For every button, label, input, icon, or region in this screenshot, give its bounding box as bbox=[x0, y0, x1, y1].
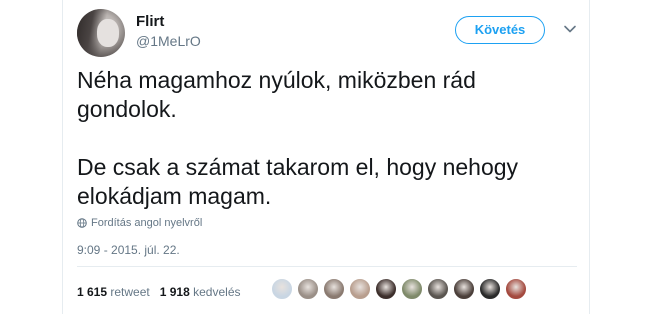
liker-avatars bbox=[271, 278, 527, 304]
retweet-stat[interactable]: 1 615 retweet bbox=[77, 285, 150, 299]
retweet-count: 1 615 bbox=[77, 285, 108, 299]
liker-avatar[interactable] bbox=[453, 278, 475, 300]
liker-avatar[interactable] bbox=[297, 278, 319, 300]
chevron-down-icon[interactable] bbox=[563, 22, 577, 36]
divider bbox=[77, 266, 577, 267]
tweet-text: Néha magamhoz nyúlok, miközben rád gondo… bbox=[77, 66, 577, 211]
tweet-stats: 1 615 retweet 1 918 kedvelés bbox=[77, 285, 241, 299]
follow-button[interactable]: Követés bbox=[455, 16, 545, 44]
tweet-card: Flirt @1MeLrO Követés Néha magamhoz nyúl… bbox=[62, 0, 590, 314]
display-name[interactable]: Flirt bbox=[136, 13, 164, 30]
avatar[interactable] bbox=[77, 9, 125, 57]
translate-label: Fordítás angol nyelvről bbox=[91, 217, 203, 229]
liker-avatar[interactable] bbox=[505, 278, 527, 300]
translate-link[interactable]: Fordítás angol nyelvről bbox=[77, 217, 202, 229]
liker-avatar[interactable] bbox=[349, 278, 371, 300]
liker-avatar[interactable] bbox=[401, 278, 423, 300]
liker-avatar[interactable] bbox=[375, 278, 397, 300]
tweet-paragraph: Néha magamhoz nyúlok, miközben rád gondo… bbox=[77, 67, 476, 122]
globe-icon bbox=[77, 218, 87, 228]
tweet-paragraph: De csak a számat takarom el, hogy nehogy… bbox=[77, 154, 519, 209]
like-stat[interactable]: 1 918 kedvelés bbox=[160, 285, 241, 299]
liker-avatar[interactable] bbox=[427, 278, 449, 300]
like-label: kedvelés bbox=[193, 285, 241, 299]
like-count: 1 918 bbox=[159, 285, 190, 299]
user-handle[interactable]: @1MeLrO bbox=[136, 33, 201, 49]
liker-avatar[interactable] bbox=[479, 278, 501, 300]
liker-avatar[interactable] bbox=[323, 278, 345, 300]
avatar-face bbox=[97, 19, 119, 47]
retweet-label: retweet bbox=[110, 285, 150, 299]
tweet-timestamp[interactable]: 9:09 - 2015. júl. 22. bbox=[77, 243, 180, 257]
liker-avatar[interactable] bbox=[271, 278, 293, 300]
